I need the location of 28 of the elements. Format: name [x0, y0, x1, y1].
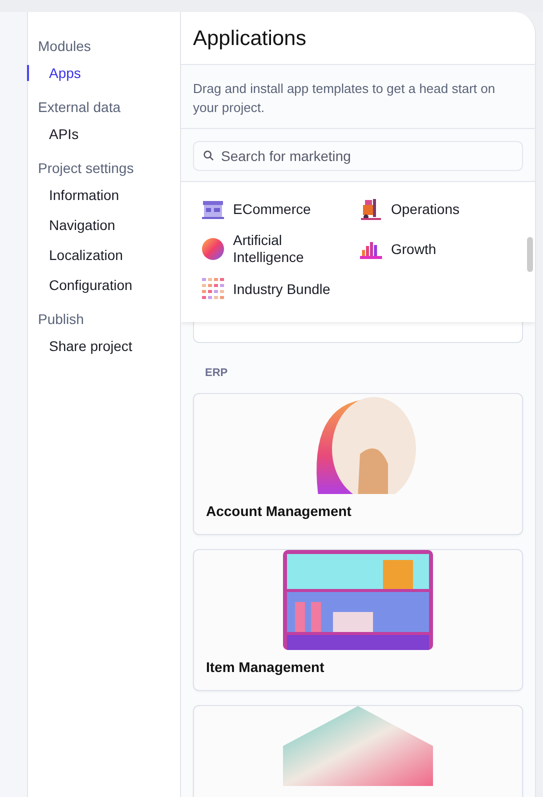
scrollbar-thumb[interactable] [527, 237, 533, 272]
sidebar-section-title: Publish [37, 311, 85, 327]
dot-grid-icon [201, 277, 225, 301]
sidebar-section-title: External data [37, 99, 122, 115]
search-field[interactable]: Search for marketing [193, 141, 523, 171]
sidebar-item[interactable]: Information [27, 187, 180, 203]
sidebar-section-title: Modules [37, 38, 92, 54]
card-title: Item Management [206, 658, 326, 675]
category-option[interactable]: Industry Bundle [201, 272, 359, 306]
category-option[interactable]: Growth [359, 232, 527, 266]
card-title: Account Management [206, 502, 352, 519]
category-option[interactable]: Operations [359, 192, 527, 226]
sidebar-item[interactable]: Localization [27, 247, 180, 263]
sidebar-item[interactable]: APIs [27, 126, 180, 142]
sidebar-item[interactable]: Share project [27, 338, 180, 354]
search-icon [203, 150, 214, 161]
category-option[interactable]: Artificial Intelligence [201, 232, 359, 266]
forklift-icon [359, 197, 383, 221]
category-option[interactable]: ECommerce [201, 192, 359, 226]
sphere-icon [201, 237, 225, 261]
panel-description: Drag and install app templates to get a head start on your project. [181, 65, 535, 129]
section-heading: ERP [204, 366, 229, 381]
sidebar-item[interactable]: Navigation [27, 217, 180, 233]
sidebar-item[interactable]: Configuration [27, 277, 180, 293]
app-card[interactable]: Item Management [193, 549, 523, 691]
app-card[interactable]: Account Management [193, 393, 523, 535]
sidebar-section-title: Project settings [37, 160, 135, 176]
panel-title: Applications [181, 12, 535, 65]
